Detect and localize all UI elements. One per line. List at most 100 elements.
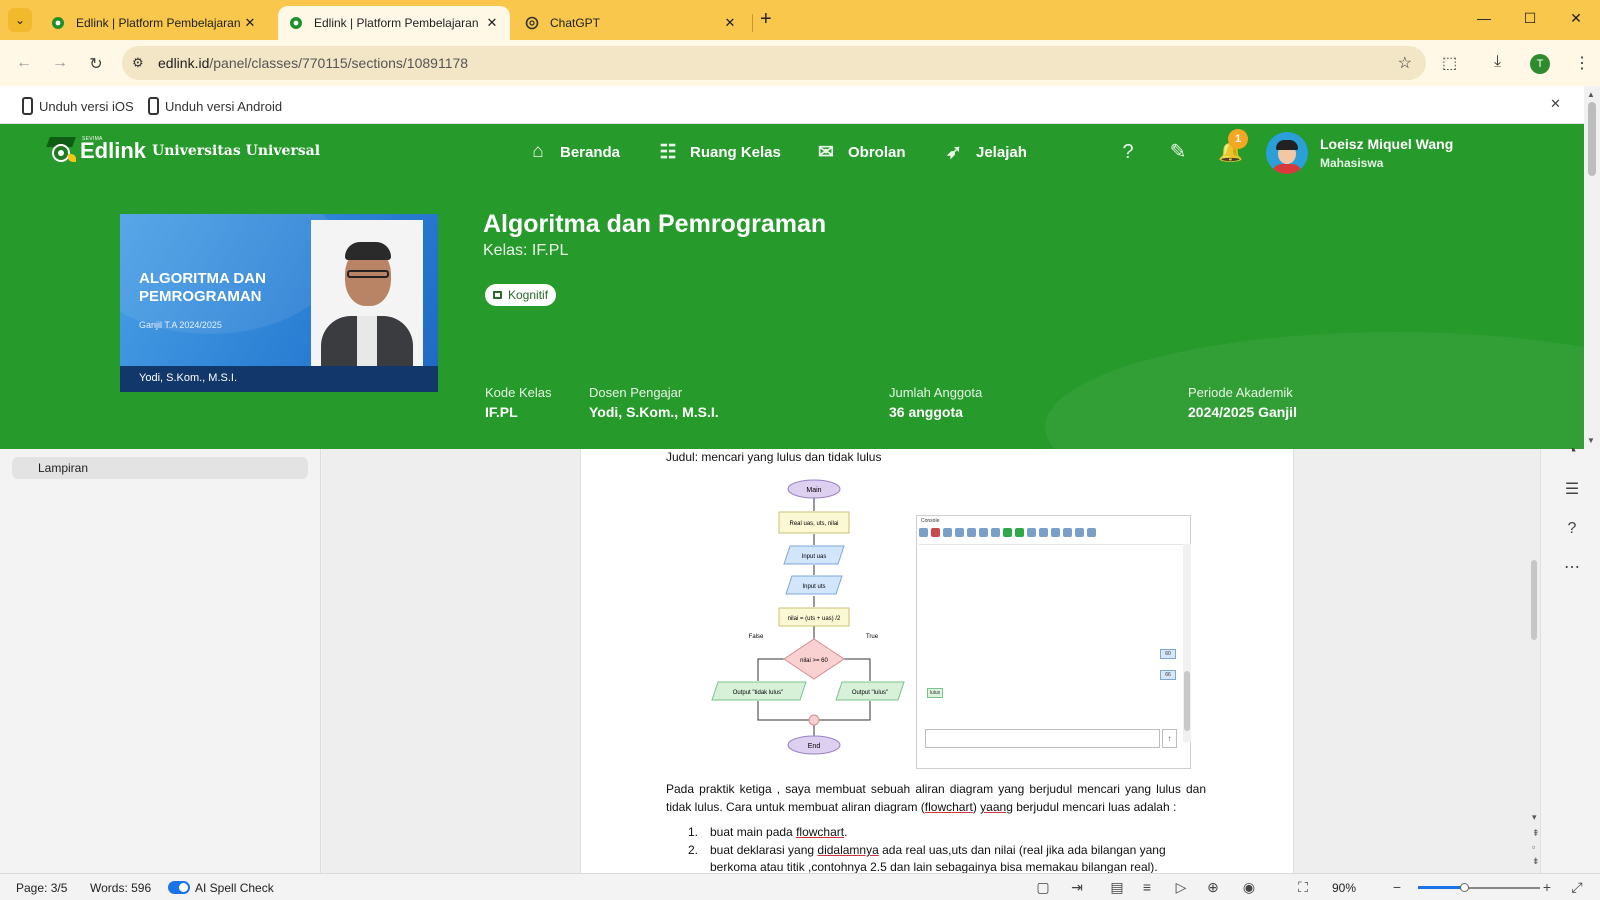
new-tab-button[interactable]: + [760,9,772,29]
nav-beranda-label: Beranda [560,143,621,161]
phone-icon [148,97,159,115]
site-settings-icon[interactable]: ⚙ [132,55,144,71]
back-arrow-icon[interactable]: ← [14,54,34,72]
flow-declare-text: Real uas, uts, nilai [789,521,838,527]
import-icon[interactable]: ⇥ [1068,879,1086,896]
next-page-icon[interactable]: ⇟ [1532,856,1540,867]
nav-jelajah-label: Jelajah [976,143,1027,161]
page-scrollbar-thumb[interactable] [1588,102,1596,176]
tab-title: Edlink | Platform Pembelajaran [314,16,479,30]
list-item: 2. buat deklarasi yang didalamnya ada rea… [688,843,1166,873]
category-chip: Kognitif [485,284,557,306]
nav-obrolan[interactable]: ✉ Obrolan [814,141,905,163]
bookmark-star-icon[interactable]: ☆ [1398,53,1412,73]
close-tab-icon[interactable]: ✕ [484,15,500,31]
flowchart-diagram: Main Real uas, uts, nilai Input uas Inpu… [711,479,905,755]
download-android-link[interactable]: Unduh versi Android [148,97,282,115]
history-icon[interactable]: ◔ [1563,443,1581,461]
scroll-up-icon[interactable]: ▲ [1587,90,1595,99]
console-toolbar [919,528,1096,542]
print-layout-icon[interactable]: ▤ [1108,879,1126,896]
list-view-icon[interactable]: ≡ [1138,879,1156,895]
user-avatar[interactable] [1266,132,1308,174]
user-name[interactable]: Loeisz Miquel Wang [1320,136,1453,152]
page-select-icon[interactable]: ▫ [1532,842,1535,852]
fullscreen-icon[interactable]: ⤢ [1568,879,1586,896]
browser-tab-3[interactable]: ChatGPT ✕ [514,6,748,40]
console-output-area [919,544,1185,734]
zoom-slider-fill [1418,886,1464,889]
previous-page-icon[interactable]: ⇞ [1532,828,1540,839]
spell-check-label: AI Spell Check [195,881,274,895]
outline-icon[interactable]: ☰ [1563,481,1581,499]
close-window-icon[interactable]: ✕ [1566,10,1586,27]
rocket-icon: ➶ [946,141,962,163]
cover-teacher-name: Yodi, S.Kom., M.S.I. [139,372,238,384]
console-title: Console [921,518,940,524]
minimize-icon[interactable]: — [1474,10,1494,26]
scroll-down-icon[interactable]: ▼ [1587,436,1595,445]
console-input-box [925,729,1160,748]
page-indicator[interactable]: Page: 3/5 [16,881,67,895]
download-icon[interactable]: ⤓ [1494,53,1501,71]
meta-label-periode: Periode Akademik [1188,385,1293,400]
help-icon[interactable]: ? [1563,520,1581,538]
attachment-item[interactable]: Lampiran [12,457,308,479]
download-ios-label: Unduh versi iOS [39,98,134,114]
help-chat-icon[interactable]: ? [1116,140,1140,164]
zoom-slider-handle[interactable] [1460,883,1469,892]
document-scrollbar-thumb[interactable] [1531,560,1537,640]
spell-check-toggle[interactable] [168,881,190,894]
play-icon[interactable]: ▷ [1172,879,1190,896]
close-tab-icon[interactable]: ✕ [722,15,738,31]
meta-label-kode-kelas: Kode Kelas [485,385,552,400]
download-ios-link[interactable]: Unduh versi iOS [22,97,134,115]
edlink-logo[interactable]: SEVIMA Edlink [46,134,146,168]
profile-avatar[interactable]: T [1530,54,1550,74]
browser-tab-2[interactable]: Edlink | Platform Pembelajaran ✕ [278,6,510,40]
flow-output-true-text: Output "lulus" [852,690,888,696]
zoom-in-icon[interactable]: + [1538,879,1556,895]
browser-menu-icon[interactable]: ⋮ [1574,53,1590,73]
right-tool-rail: ◔ ☰ ? ⋯ [1540,443,1600,873]
notification-badge: 1 [1228,129,1248,149]
url-host: edlink.id [158,55,210,71]
chatgpt-favicon-icon [524,15,540,31]
extensions-icon[interactable]: ⬚ [1442,53,1457,73]
logo-small-text: SEVIMA [82,136,103,142]
flow-assign-text: nilai = (uts + uas) /2 [788,616,841,622]
meta-value-periode: 2024/2025 Ganjil [1188,404,1297,420]
eye-protection-icon[interactable]: ◉ [1240,879,1258,896]
word-count[interactable]: Words: 596 [90,881,151,895]
maximize-icon[interactable]: ☐ [1520,10,1540,27]
decorative-blob [1045,332,1584,449]
close-banner-icon[interactable]: ✕ [1550,96,1561,112]
reload-icon[interactable]: ↻ [86,54,106,74]
browser-tab-1[interactable]: Edlink | Platform Pembelajaran ✕ [40,6,268,40]
book-icon [493,291,502,299]
scroll-down-small-icon[interactable]: ▾ [1532,812,1537,823]
course-cover-image: ALGORITMA DAN PEMROGRAMAN Ganjil T.A 202… [120,214,438,392]
cover-subtitle: Ganjil T.A 2024/2025 [139,320,222,330]
console-screenshot: Console 60 66 lulus ↑ [916,515,1191,769]
meta-value-dosen: Yodi, S.Kom., M.S.I. [589,404,719,420]
web-layout-icon[interactable]: ⊕ [1204,879,1222,896]
tab-search-button[interactable]: ⌄ [8,8,32,32]
zoom-out-icon[interactable]: − [1388,879,1406,895]
nav-ruang-kelas[interactable]: ☷ Ruang Kelas [656,141,780,163]
page-scrollbar[interactable]: ▲ ▼ [1584,86,1600,448]
page-view-icon[interactable]: ▢ [1034,879,1052,896]
nav-beranda[interactable]: ⌂ Beranda [526,141,620,163]
nav-jelajah[interactable]: ➶ Jelajah [942,141,1027,163]
address-bar[interactable]: ⚙ edlink.id/panel/classes/770115/section… [122,46,1426,80]
more-options-icon[interactable]: ⋯ [1563,559,1581,577]
fit-page-icon[interactable]: ⛶ [1294,879,1312,896]
forward-arrow-icon[interactable]: → [50,54,70,72]
attendance-icon[interactable]: ✎ [1166,140,1190,164]
flow-decision-text: nilai >= 60 [800,658,828,664]
close-tab-icon[interactable]: ✕ [242,15,258,31]
home-icon: ⌂ [532,141,544,162]
edlink-owl-icon [46,134,76,168]
class-code-line: Kelas: IF.PL [483,242,569,259]
zoom-level[interactable]: 90% [1332,881,1356,895]
